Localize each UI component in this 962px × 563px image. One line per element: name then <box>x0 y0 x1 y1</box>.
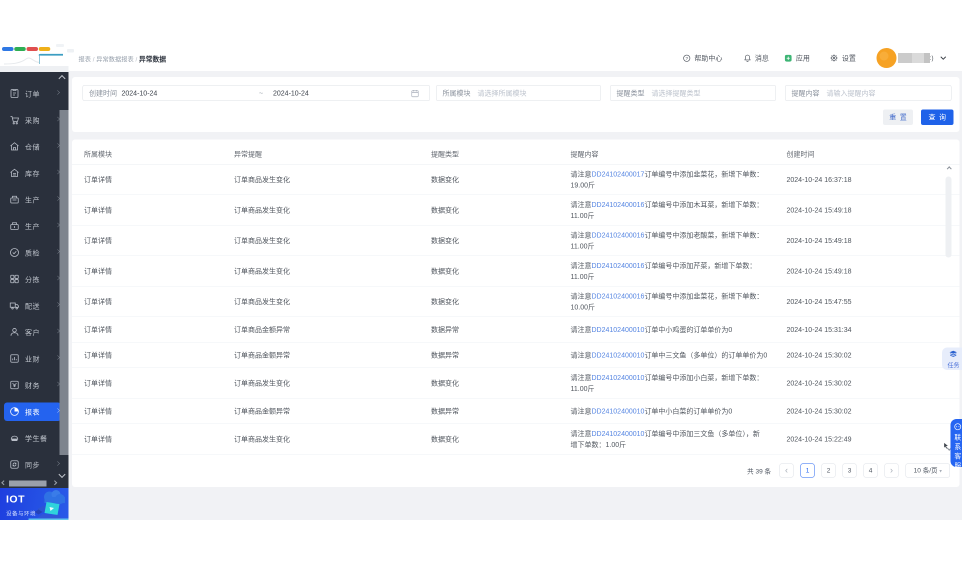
svg-text:?: ? <box>685 56 688 62</box>
